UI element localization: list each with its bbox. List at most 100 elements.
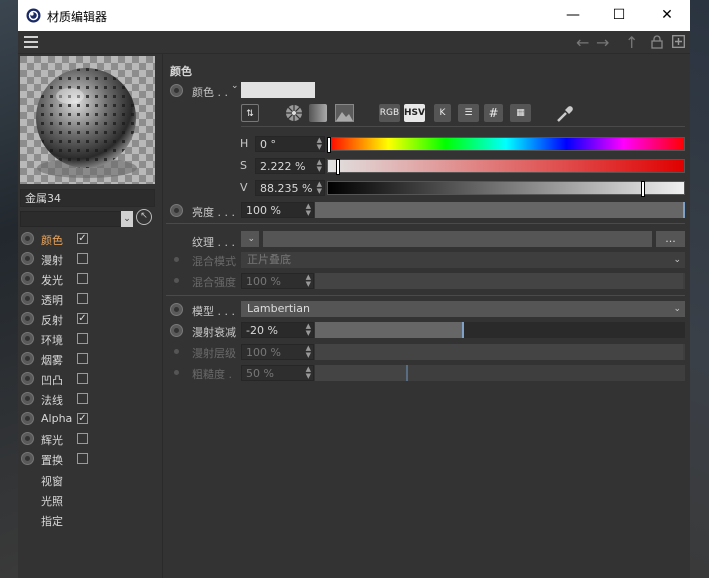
maximize-button[interactable]: ☐: [596, 0, 642, 31]
channel-radio[interactable]: [21, 232, 34, 245]
lock-icon[interactable]: [651, 35, 663, 49]
value-input[interactable]: 88.235 % ▲ ▼: [255, 180, 325, 196]
falloff-slider[interactable]: [315, 322, 685, 338]
hue-input[interactable]: 0 ° ▲ ▼: [255, 136, 325, 152]
blend-strength-slider[interactable]: [315, 273, 685, 289]
spinner-icon[interactable]: ▲ ▼: [317, 181, 322, 195]
channel-radio[interactable]: [21, 332, 34, 345]
channel-radio[interactable]: [21, 412, 34, 425]
chevron-down-icon[interactable]: ⌄: [121, 211, 133, 227]
hsv-mode-button[interactable]: HSV: [404, 104, 425, 122]
spinner-icon[interactable]: ▲ ▼: [306, 366, 311, 380]
channel-checkbox[interactable]: [77, 433, 88, 444]
new-window-icon[interactable]: [672, 35, 685, 48]
channel-item[interactable]: 颜色 ✓: [18, 229, 162, 249]
texture-browse-button[interactable]: ...: [656, 231, 685, 247]
brightness-input[interactable]: 100 % ▲ ▼: [241, 202, 314, 218]
roughness-input[interactable]: 50 % ▲ ▼: [241, 365, 314, 381]
spinner-icon[interactable]: ▲ ▼: [317, 137, 322, 151]
channel-radio[interactable]: [21, 292, 34, 305]
channel-checkbox[interactable]: [77, 453, 88, 464]
pick-arrow-icon[interactable]: ↖: [136, 209, 152, 225]
saturation-knob[interactable]: [336, 159, 340, 175]
texture-field[interactable]: [263, 231, 652, 247]
channel-checkbox[interactable]: ✓: [77, 413, 88, 424]
value-knob[interactable]: [641, 181, 645, 197]
eyedropper-icon[interactable]: [555, 104, 575, 124]
minimize-button[interactable]: —: [550, 0, 596, 31]
material-preview[interactable]: [20, 56, 155, 184]
spinner-icon[interactable]: ▲ ▼: [306, 203, 311, 217]
channel-item[interactable]: 置换: [18, 449, 162, 469]
channel-radio[interactable]: [21, 372, 34, 385]
texture-menu-button[interactable]: ⌄: [241, 231, 259, 247]
spinner-icon[interactable]: ▲ ▼: [317, 159, 322, 173]
chevron-down-icon[interactable]: ⌄: [231, 81, 239, 91]
model-radio[interactable]: [170, 303, 183, 316]
channel-checkbox[interactable]: [77, 353, 88, 364]
image-icon[interactable]: [335, 104, 354, 122]
channel-radio[interactable]: [21, 432, 34, 445]
hex-icon[interactable]: #: [484, 104, 503, 122]
brightness-slider[interactable]: [315, 202, 685, 218]
channel-radio[interactable]: [21, 352, 34, 365]
channel-item[interactable]: 辉光: [18, 429, 162, 449]
menu-icon[interactable]: [24, 36, 38, 48]
layer-dropdown[interactable]: [20, 211, 124, 227]
color-swatch[interactable]: [241, 82, 315, 98]
channel-item[interactable]: 反射 ✓: [18, 309, 162, 329]
roughness-slider[interactable]: [315, 365, 685, 381]
swatches-grid-icon[interactable]: ▦: [510, 104, 531, 122]
channel-radio[interactable]: [21, 252, 34, 265]
hue-knob[interactable]: [327, 137, 331, 153]
channel-item[interactable]: 视窗: [41, 473, 63, 489]
channel-radio[interactable]: [21, 312, 34, 325]
spectrum-icon[interactable]: [309, 104, 327, 122]
falloff-input[interactable]: -20 % ▲ ▼: [241, 322, 314, 338]
channel-item[interactable]: 凹凸: [18, 369, 162, 389]
channel-item[interactable]: 指定: [41, 513, 63, 529]
channel-checkbox[interactable]: [77, 333, 88, 344]
channel-radio[interactable]: [21, 272, 34, 285]
channel-checkbox[interactable]: [77, 393, 88, 404]
channel-item[interactable]: 光照: [41, 493, 63, 509]
spinner-icon[interactable]: ▲ ▼: [306, 274, 311, 288]
hue-slider[interactable]: [327, 137, 685, 153]
color-wheel-icon[interactable]: [285, 104, 303, 122]
falloff-radio[interactable]: [170, 324, 183, 337]
kelvin-mode-button[interactable]: K: [434, 104, 451, 122]
channel-checkbox[interactable]: ✓: [77, 313, 88, 324]
channel-item[interactable]: Alpha ✓: [18, 409, 162, 429]
channel-checkbox[interactable]: [77, 273, 88, 284]
brightness-radio[interactable]: [170, 204, 183, 217]
channel-item[interactable]: 法线: [18, 389, 162, 409]
forward-arrow-icon[interactable]: →: [596, 33, 609, 52]
saturation-input[interactable]: 2.222 % ▲ ▼: [255, 158, 325, 174]
close-button[interactable]: ✕: [644, 0, 690, 31]
up-arrow-icon[interactable]: ↑: [625, 33, 638, 52]
channel-item[interactable]: 烟雾: [18, 349, 162, 369]
channel-item[interactable]: 发光: [18, 269, 162, 289]
channel-radio[interactable]: [21, 392, 34, 405]
channel-checkbox[interactable]: [77, 373, 88, 384]
channel-item[interactable]: 环境: [18, 329, 162, 349]
blend-mode-select[interactable]: 正片叠底 ⌄: [241, 252, 685, 268]
value-slider[interactable]: [327, 181, 685, 197]
rgb-mode-button[interactable]: RGB: [379, 104, 400, 122]
material-name-field[interactable]: 金属34: [20, 189, 155, 207]
channel-item[interactable]: 透明: [18, 289, 162, 309]
channel-radio[interactable]: [21, 452, 34, 465]
channel-item[interactable]: 漫射: [18, 249, 162, 269]
channel-checkbox[interactable]: [77, 293, 88, 304]
back-arrow-icon[interactable]: ←: [576, 33, 589, 52]
blend-strength-input[interactable]: 100 % ▲ ▼: [241, 273, 314, 289]
model-select[interactable]: Lambertian ⌄: [241, 301, 685, 317]
mixer-icon[interactable]: ☰: [458, 104, 479, 122]
level-input[interactable]: 100 % ▲ ▼: [241, 344, 314, 360]
spinner-icon[interactable]: ▲ ▼: [306, 323, 311, 337]
collapse-icon[interactable]: ⇅: [241, 104, 259, 122]
level-slider[interactable]: [315, 344, 685, 360]
channel-checkbox[interactable]: ✓: [77, 233, 88, 244]
spinner-icon[interactable]: ▲ ▼: [306, 345, 311, 359]
color-radio[interactable]: [170, 84, 183, 97]
